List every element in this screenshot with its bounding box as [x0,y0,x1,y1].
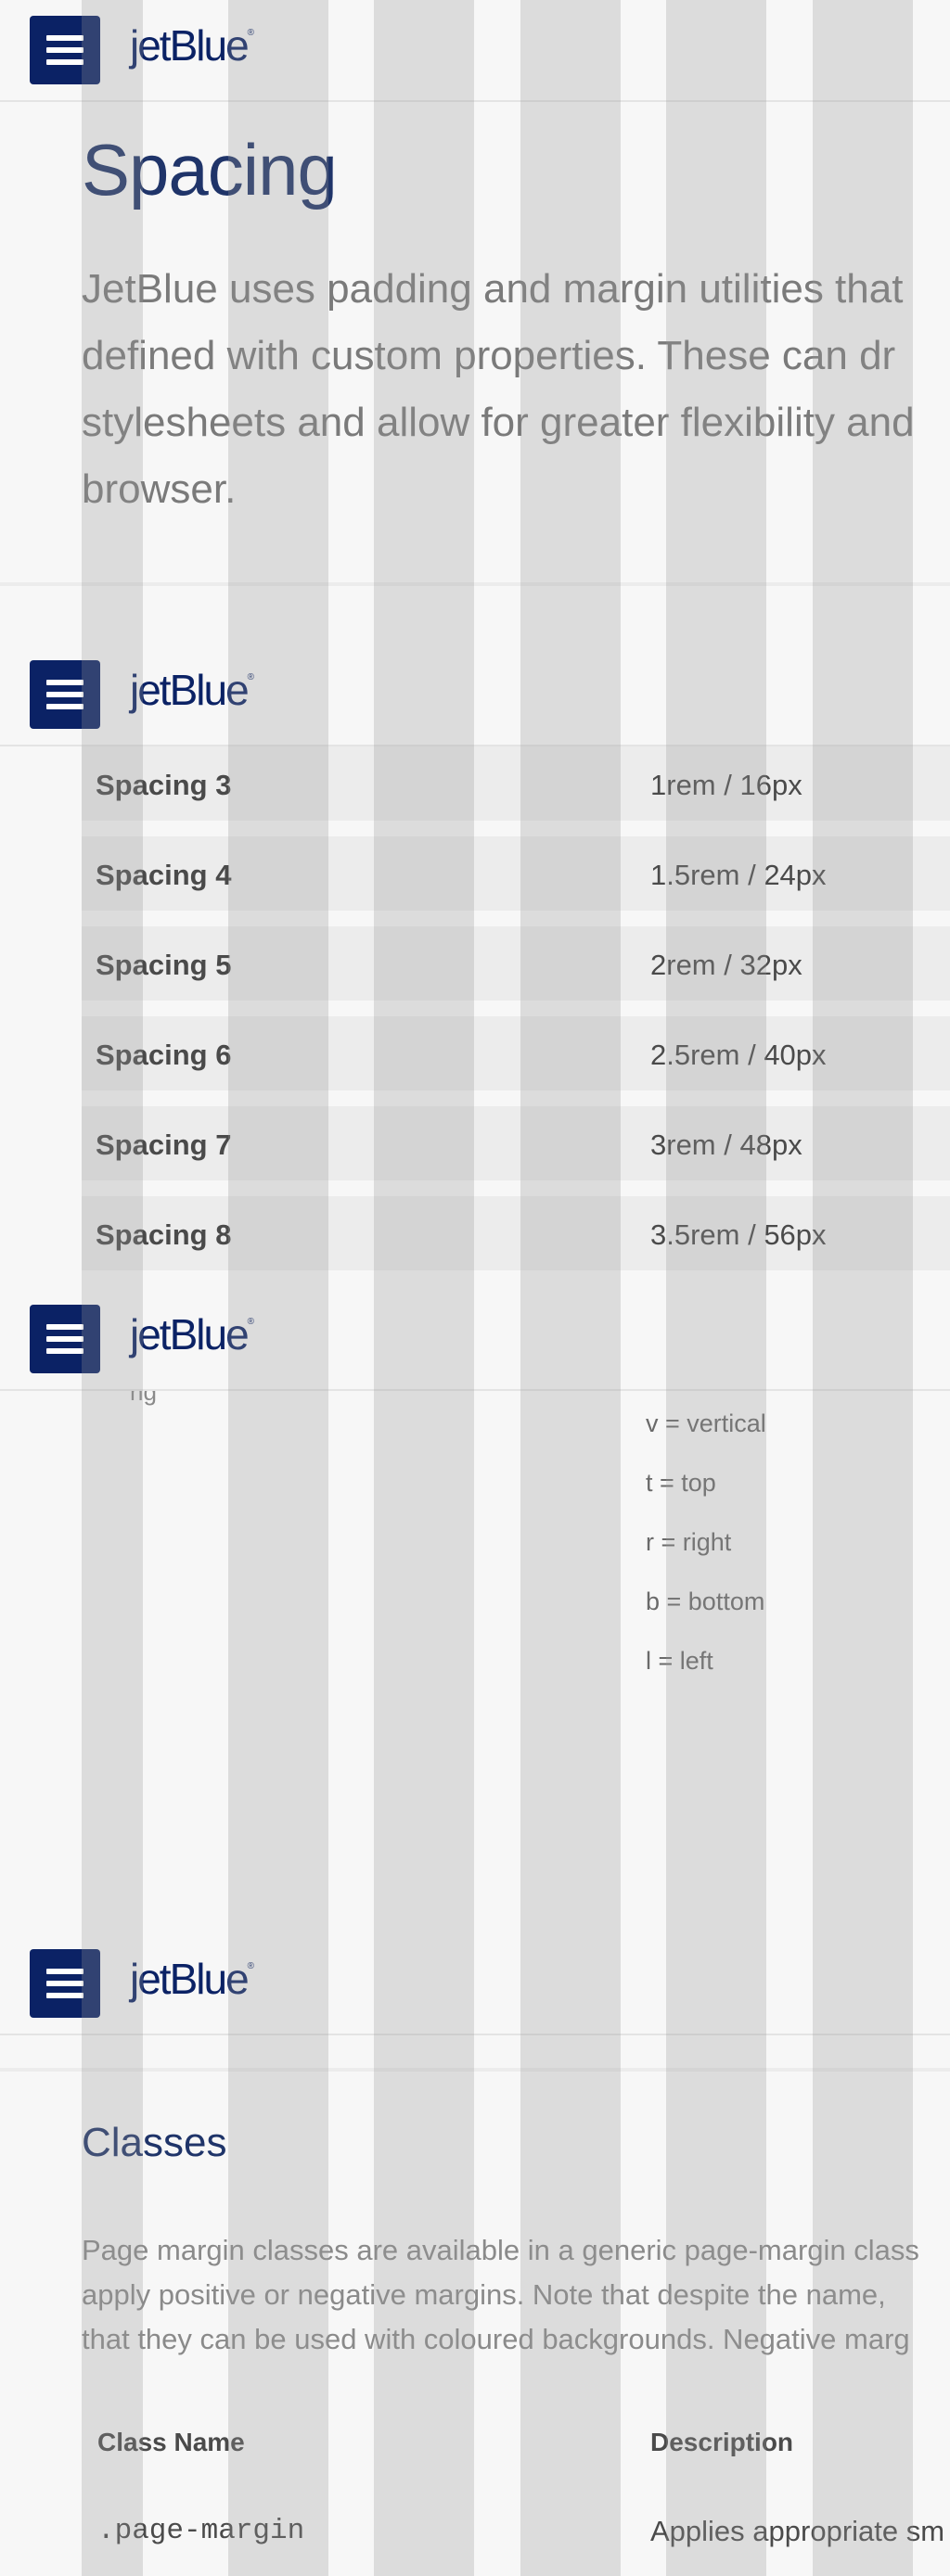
jetblue-logo[interactable]: jetBlue® [130,1309,254,1359]
page-intro: JetBlue uses padding and margin utilitie… [82,256,950,523]
jetblue-logo[interactable]: jetBlue® [130,1954,254,2004]
intro-line: JetBlue uses padding and margin utilitie… [82,266,904,312]
table-row: Spacing 8 3.5rem / 56px [82,1196,950,1270]
column-header-description: Description [650,2428,794,2456]
spacing-value: 2.5rem / 40px [650,1039,827,1071]
spacing-value: 1.5rem / 24px [650,859,827,891]
table-row: Spacing 4 1.5rem / 24px [82,836,950,911]
intro-line: browser. [82,466,237,512]
desc-line: Page margin classes are available in a g… [82,2234,919,2266]
spacing-table: Spacing 3 1rem / 16px Spacing 4 1.5rem /… [82,746,950,1286]
classes-table-header: Class Name Description [82,2420,950,2467]
site-header: jetBlue® [0,644,950,746]
section-divider [0,582,950,586]
intro-line: defined with custom properties. These ca… [82,333,896,378]
hamburger-menu-icon[interactable] [30,16,100,84]
hamburger-menu-icon[interactable] [30,1949,100,2018]
spacing-value: 3.5rem / 56px [650,1218,827,1251]
site-header: jetBlue® [0,1933,950,2035]
section-description: Page margin classes are available in a g… [82,2228,950,2362]
intro-line: stylesheets and allow for greater flexib… [82,400,915,445]
desc-line: that they can be used with coloured back… [82,2323,910,2355]
page-title: Spacing [82,129,338,210]
spacing-name: Spacing 3 [96,769,232,801]
legend-item: b = bottom [646,1588,765,1615]
section-title: Classes [82,2120,227,2165]
hamburger-menu-icon[interactable] [30,1305,100,1373]
site-header: jetBlue® [0,0,950,102]
site-header: jetBlue® [0,1289,950,1391]
table-row: Spacing 7 3rem / 48px [82,1106,950,1180]
table-row: Spacing 3 1rem / 16px [82,746,950,821]
table-row: Spacing 5 2rem / 32px [82,926,950,1001]
direction-legend: v = vertical t = top r = right b = botto… [646,1409,766,1706]
section-divider [0,2068,950,2072]
hamburger-menu-icon[interactable] [30,660,100,729]
jetblue-logo[interactable]: jetBlue® [130,20,254,70]
spacing-value: 1rem / 16px [650,769,802,801]
legend-item: r = right [646,1528,732,1556]
legend-item: v = vertical [646,1409,766,1437]
spacing-name: Spacing 7 [96,1129,232,1161]
spacing-name: Spacing 4 [96,859,232,891]
table-row: Spacing 6 2.5rem / 40px [82,1016,950,1090]
column-header-class-name: Class Name [97,2428,245,2456]
spacing-name: Spacing 6 [96,1039,232,1071]
jetblue-logo[interactable]: jetBlue® [130,665,254,715]
spacing-value: 3rem / 48px [650,1129,802,1161]
table-row: .page-margin Applies appropriate sm [82,2504,950,2559]
class-name-cell: .page-margin [97,2515,305,2547]
legend-item: t = top [646,1469,716,1497]
spacing-value: 2rem / 32px [650,949,802,981]
legend-item: l = left [646,1647,713,1675]
desc-line: apply positive or negative margins. Note… [82,2278,886,2311]
spacing-name: Spacing 8 [96,1218,232,1251]
description-cell: Applies appropriate sm [650,2515,945,2547]
spacing-name: Spacing 5 [96,949,232,981]
